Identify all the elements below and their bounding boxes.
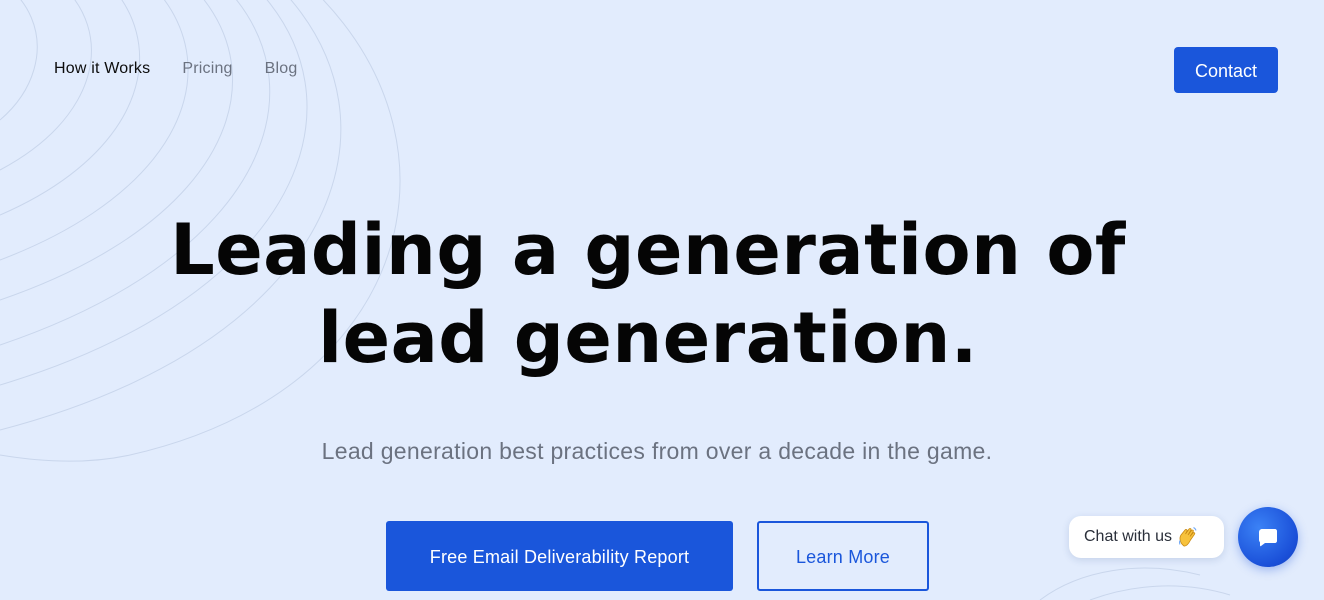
hero-subtitle: Lead generation best practices from over… (321, 438, 993, 464)
chat-launcher-button[interactable] (1238, 507, 1298, 567)
main-nav: How it Works Pricing Blog (54, 58, 297, 80)
nav-link-how-it-works[interactable]: How it Works (54, 58, 150, 80)
free-email-deliverability-report-button[interactable]: Free Email Deliverability Report (386, 521, 733, 591)
nav-link-blog[interactable]: Blog (265, 58, 298, 80)
hero-title-line-2: lead generation. (318, 297, 978, 379)
waving-hand-icon (1178, 526, 1198, 548)
hero-title-line-1: Leading a generation of (170, 209, 1126, 291)
nav-link-pricing[interactable]: Pricing (182, 58, 232, 80)
contact-button[interactable]: Contact (1174, 47, 1278, 93)
learn-more-button[interactable]: Learn More (757, 521, 929, 591)
chat-icon (1259, 529, 1277, 547)
hero-title: Leading a generation of lead generation. (0, 206, 1296, 382)
chat-with-us-bubble[interactable]: Chat with us (1069, 516, 1224, 558)
chat-bubble-label: Chat with us (1084, 528, 1173, 545)
